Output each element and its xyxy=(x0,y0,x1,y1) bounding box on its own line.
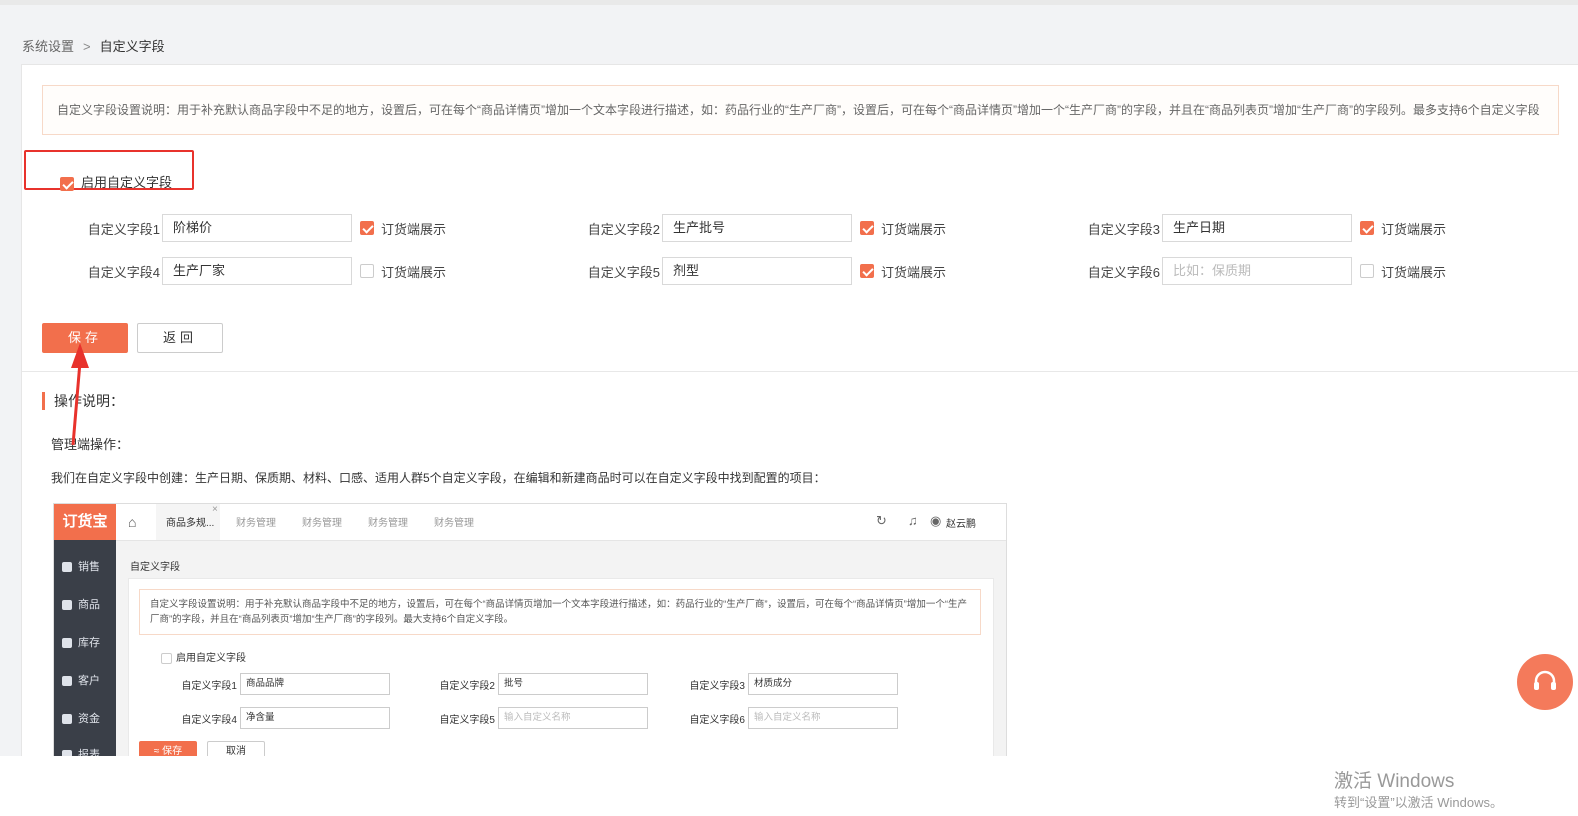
show-checkbox-2[interactable] xyxy=(860,221,874,235)
show-label: 订货端展示 xyxy=(1381,264,1447,280)
field-label: 自定义字段1 xyxy=(87,221,160,237)
field-label: 自定义字段3 xyxy=(1087,221,1160,237)
refresh-icon: ↻ xyxy=(876,513,887,528)
custom-field-4: 自定义字段4 生产厂家 订货端展示 xyxy=(82,257,446,285)
example-tab: 财务管理 xyxy=(434,518,474,529)
example-tab: 财务管理 xyxy=(368,518,408,529)
operation-subtitle: 管理端操作： xyxy=(51,437,130,452)
example-menu-item: 库存 xyxy=(62,634,100,650)
back-button[interactable]: 返回 xyxy=(137,323,223,353)
customer-icon xyxy=(62,676,72,687)
sales-icon xyxy=(62,562,72,573)
example-tab: 财务管理 xyxy=(302,518,342,529)
example-screenshot: 订货宝 销售 商品 库存 客户 资金 报表 ⌂ 商品多规... × 财务管理 财… xyxy=(53,503,1007,758)
show-checkbox-4[interactable] xyxy=(360,264,374,278)
example-menu-item: 商品 xyxy=(62,596,100,612)
enable-custom-fields[interactable]: 启用自定义字段 xyxy=(60,172,172,191)
example-sidebar: 订货宝 销售 商品 库存 客户 资金 报表 xyxy=(54,504,116,757)
show-checkbox-5[interactable] xyxy=(860,264,874,278)
field-input-3[interactable]: 生产日期 xyxy=(1162,214,1352,242)
show-label: 订货端展示 xyxy=(381,221,447,237)
home-icon: ⌂ xyxy=(128,514,137,530)
show-label: 订货端展示 xyxy=(1381,221,1447,237)
windows-activation-title: 激活 Windows xyxy=(1334,771,1455,792)
show-label: 订货端展示 xyxy=(881,221,947,237)
example-logo: 订货宝 xyxy=(54,504,116,540)
example-tab: 商品多规... xyxy=(166,518,215,529)
enable-label: 启用自定义字段 xyxy=(81,175,173,190)
example-notice: 自定义字段设置说明：用于补充默认商品字段中不足的地方，设置后，可在每个“商品详情… xyxy=(139,589,981,635)
example-menu-item: 销售 xyxy=(62,558,100,574)
support-button[interactable] xyxy=(1517,654,1573,710)
settings-panel: 自定义字段设置说明：用于补充默认商品字段中不足的地方，设置后，可在每个“商品详情… xyxy=(21,64,1578,758)
field-label: 自定义字段6 xyxy=(1087,264,1160,280)
stock-icon xyxy=(62,638,72,649)
example-enable: 启用自定义字段 xyxy=(161,649,246,664)
field-label: 自定义字段4 xyxy=(87,264,160,280)
custom-field-5: 自定义字段5 剂型 订货端展示 xyxy=(582,257,946,285)
custom-field-1: 自定义字段1 阶梯价 订货端展示 xyxy=(82,214,446,242)
top-strip xyxy=(0,0,1578,5)
custom-field-6: 自定义字段6 比如：保质期 订货端展示 xyxy=(1082,257,1446,285)
operation-description: 我们在自定义字段中创建：生产日期、保质期、材料、口感、适用人群5个自定义字段，在… xyxy=(51,471,826,485)
section-divider xyxy=(22,371,1578,372)
goods-icon xyxy=(62,600,72,611)
bell-icon: ♫ xyxy=(908,513,918,528)
field-input-6[interactable]: 比如：保质期 xyxy=(1162,257,1352,285)
example-user-name: 赵云鹏 xyxy=(946,519,976,530)
example-menu-item: 客户 xyxy=(62,672,100,688)
breadcrumb: 系统设置 > 自定义字段 xyxy=(22,36,165,55)
example-tab: 财务管理 xyxy=(236,518,276,529)
example-card: 自定义字段设置说明：用于补充默认商品字段中不足的地方，设置后，可在每个“商品详情… xyxy=(128,578,994,757)
windows-activation-subtitle: 转到“设置”以激活 Windows。 xyxy=(1334,795,1504,810)
breadcrumb-current: 自定义字段 xyxy=(99,39,165,54)
example-topbar: ⌂ 商品多规... × 财务管理 财务管理 财务管理 财务管理 ↻ ♫ ◉ 赵云… xyxy=(116,504,1006,541)
example-field: 自定义字段1 商品品牌 xyxy=(169,673,390,695)
example-field: 自定义字段3 材质成分 xyxy=(677,673,898,695)
field-input-5[interactable]: 剂型 xyxy=(662,257,852,285)
breadcrumb-root[interactable]: 系统设置 xyxy=(22,39,74,54)
show-label: 订货端展示 xyxy=(881,264,947,280)
custom-field-2: 自定义字段2 生产批号 订货端展示 xyxy=(582,214,946,242)
save-button[interactable]: 保存 xyxy=(42,323,128,353)
example-field: 自定义字段5 输入自定义名称 xyxy=(427,707,648,729)
example-menu-item: 资金 xyxy=(62,710,100,726)
funds-icon xyxy=(62,714,72,725)
show-checkbox-1[interactable] xyxy=(360,221,374,235)
show-checkbox-3[interactable] xyxy=(1360,221,1374,235)
user-icon: ◉ xyxy=(930,513,942,528)
example-field: 自定义字段6 输入自定义名称 xyxy=(677,707,898,729)
headset-icon xyxy=(1534,670,1556,690)
example-field: 自定义字段2 批号 xyxy=(427,673,648,695)
field-label: 自定义字段2 xyxy=(587,221,660,237)
field-label: 自定义字段5 xyxy=(587,264,660,280)
close-icon: × xyxy=(212,504,218,515)
enable-checkbox[interactable] xyxy=(60,176,74,191)
custom-field-3: 自定义字段3 生产日期 订货端展示 xyxy=(1082,214,1446,242)
breadcrumb-separator: > xyxy=(83,39,91,54)
example-page-title: 自定义字段 xyxy=(130,562,180,573)
show-label: 订货端展示 xyxy=(381,264,447,280)
field-input-4[interactable]: 生产厂家 xyxy=(162,257,352,285)
show-checkbox-6[interactable] xyxy=(1360,264,1374,278)
field-input-1[interactable]: 阶梯价 xyxy=(162,214,352,242)
operation-title: 操作说明： xyxy=(42,392,124,410)
settings-notice: 自定义字段设置说明：用于补充默认商品字段中不足的地方，设置后，可在每个“商品详情… xyxy=(42,85,1559,135)
field-input-2[interactable]: 生产批号 xyxy=(662,214,852,242)
example-enable-checkbox xyxy=(161,652,172,664)
example-field: 自定义字段4 净含量 xyxy=(169,707,390,729)
